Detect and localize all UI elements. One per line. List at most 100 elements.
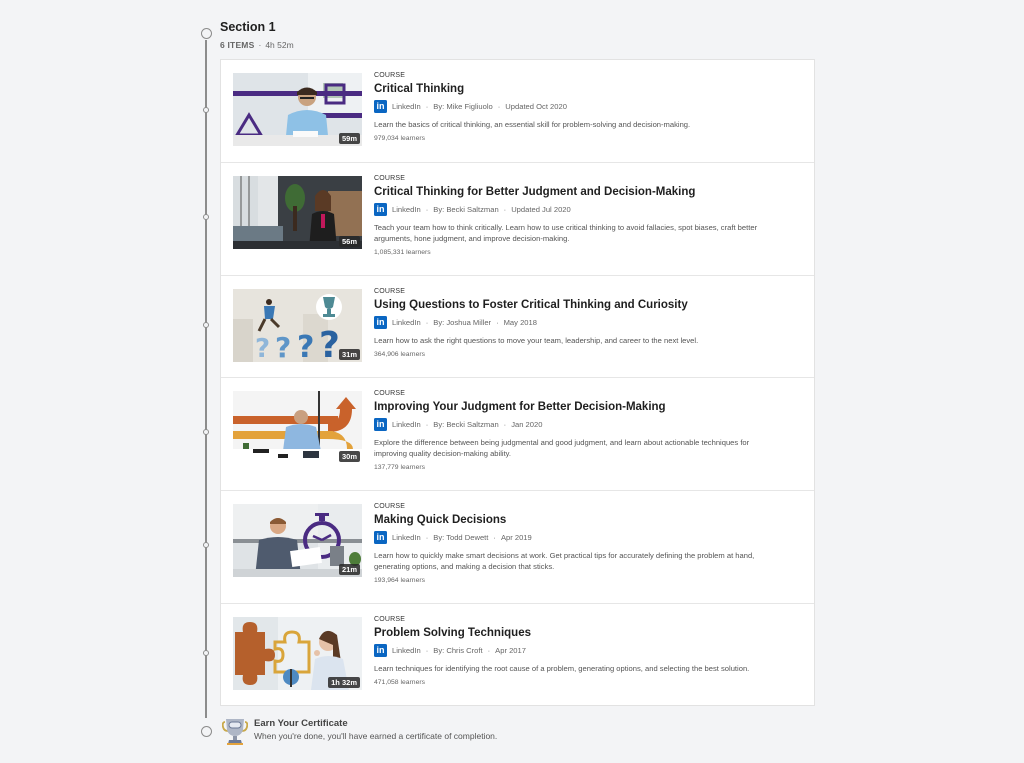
separator-dot: · bbox=[425, 102, 429, 111]
course-thumbnail[interactable]: 21m bbox=[233, 504, 362, 577]
course-date: Apr 2019 bbox=[500, 533, 532, 542]
course-provider: LinkedIn bbox=[392, 102, 421, 111]
course-card[interactable]: 1h 32m COURSE Problem Solving Techniques… bbox=[221, 604, 814, 705]
course-duration: 59m bbox=[338, 133, 360, 144]
course-title-link[interactable]: Critical Thinking bbox=[374, 82, 802, 96]
course-title-link[interactable]: Improving Your Judgment for Better Decis… bbox=[374, 400, 802, 414]
linkedin-logo-icon: in bbox=[374, 100, 387, 113]
course-card[interactable]: ? ? ? ? 31m COURSE Using Questions to Fo… bbox=[221, 276, 814, 378]
timeline-node-icon bbox=[203, 650, 209, 656]
timeline-node-icon bbox=[203, 429, 209, 435]
course-description: Learn techniques for identifying the roo… bbox=[374, 664, 750, 673]
separator-dot: · bbox=[503, 205, 507, 214]
course-meta: in LinkedIn · By: Mike Figliuolo · Updat… bbox=[374, 100, 802, 113]
course-card[interactable]: 56m COURSE Critical Thinking for Better … bbox=[221, 163, 814, 276]
course-card[interactable]: 59m COURSE Critical Thinking in LinkedIn… bbox=[221, 60, 814, 163]
course-provider: LinkedIn bbox=[392, 318, 421, 327]
linkedin-logo-icon: in bbox=[374, 418, 387, 431]
certificate-node-icon bbox=[201, 726, 212, 737]
course-card[interactable]: 21m COURSE Making Quick Decisions in Lin… bbox=[221, 491, 814, 604]
linkedin-logo-icon: in bbox=[374, 531, 387, 544]
course-description: Learn how to quickly make smart decision… bbox=[374, 551, 755, 571]
course-meta: in LinkedIn · By: Joshua Miller · May 20… bbox=[374, 316, 802, 329]
course-title-link[interactable]: Making Quick Decisions bbox=[374, 513, 802, 527]
course-description: Learn the basics of critical thinking, a… bbox=[374, 120, 691, 129]
separator-dot: · bbox=[493, 533, 496, 542]
course-description: Learn how to ask the right questions to … bbox=[374, 336, 699, 345]
course-description: Explore the difference between being jud… bbox=[374, 438, 750, 458]
course-meta: in LinkedIn · By: Todd Dewett · Apr 2019 bbox=[374, 531, 802, 544]
linkedin-logo-icon: in bbox=[374, 203, 387, 216]
course-date: Apr 2017 bbox=[495, 646, 526, 655]
course-learners: 193,964 learners bbox=[374, 577, 426, 584]
course-duration: 31m bbox=[338, 349, 360, 360]
course-title-link[interactable]: Critical Thinking for Better Judgment an… bbox=[374, 185, 802, 199]
course-author: By: Mike Figliuolo bbox=[433, 102, 493, 111]
timeline-node-icon bbox=[203, 107, 209, 113]
course-thumbnail[interactable]: 56m bbox=[233, 176, 362, 249]
course-learners: 137,779 learners bbox=[374, 464, 426, 471]
section-node-icon bbox=[201, 28, 212, 39]
linkedin-logo-icon: in bbox=[374, 316, 387, 329]
section-duration: 4h 52m bbox=[265, 40, 294, 50]
course-date: Updated Oct 2020 bbox=[505, 102, 567, 111]
section-meta: 6 ITEMS · 4h 52m bbox=[220, 40, 294, 50]
course-type-label: COURSE bbox=[374, 390, 406, 397]
course-author: By: Becki Saltzman bbox=[433, 205, 499, 214]
course-author: By: Becki Saltzman bbox=[433, 420, 499, 429]
course-description: Teach your team how to think critically.… bbox=[374, 223, 758, 243]
separator-dot: · bbox=[487, 646, 491, 655]
timeline-node-icon bbox=[203, 214, 209, 220]
course-thumbnail[interactable]: 1h 32m bbox=[233, 617, 362, 690]
course-meta: in LinkedIn · By: Becki Saltzman · Updat… bbox=[374, 203, 802, 216]
course-provider: LinkedIn bbox=[392, 646, 421, 655]
timeline-node-icon bbox=[203, 322, 209, 328]
separator-dot: · bbox=[425, 205, 429, 214]
course-duration: 1h 32m bbox=[328, 677, 360, 688]
section-items-count: 6 ITEMS bbox=[220, 40, 255, 50]
svg-text:?: ? bbox=[319, 325, 340, 362]
course-type-label: COURSE bbox=[374, 503, 406, 510]
course-provider: LinkedIn bbox=[392, 420, 421, 429]
course-duration: 56m bbox=[338, 236, 360, 247]
course-thumbnail[interactable]: ? ? ? ? 31m bbox=[233, 289, 362, 362]
course-title-link[interactable]: Using Questions to Foster Critical Think… bbox=[374, 298, 802, 312]
linkedin-logo-icon: in bbox=[374, 644, 387, 657]
course-card[interactable]: 30m COURSE Improving Your Judgment for B… bbox=[221, 378, 814, 491]
course-meta: in LinkedIn · By: Becki Saltzman · Jan 2… bbox=[374, 418, 802, 431]
course-duration: 30m bbox=[338, 451, 360, 462]
course-author: By: Todd Dewett bbox=[433, 533, 489, 542]
certificate-block: Earn Your Certificate When you're done, … bbox=[222, 716, 497, 746]
svg-text:?: ? bbox=[275, 331, 291, 362]
course-list: 59m COURSE Critical Thinking in LinkedIn… bbox=[220, 59, 815, 706]
course-date: Updated Jul 2020 bbox=[511, 205, 571, 214]
separator-dot: · bbox=[258, 40, 262, 50]
course-thumbnail[interactable]: 59m bbox=[233, 73, 362, 146]
course-learners: 1,085,331 learners bbox=[374, 249, 431, 256]
section-title: Section 1 bbox=[220, 20, 276, 34]
course-date: May 2018 bbox=[503, 318, 537, 327]
separator-dot: · bbox=[503, 420, 507, 429]
course-type-label: COURSE bbox=[374, 616, 406, 623]
timeline-line bbox=[205, 40, 207, 718]
course-type-label: COURSE bbox=[374, 72, 406, 79]
trophy-icon bbox=[222, 719, 248, 745]
course-type-label: COURSE bbox=[374, 288, 406, 295]
separator-dot: · bbox=[425, 420, 429, 429]
course-type-label: COURSE bbox=[374, 175, 406, 182]
timeline-node-icon bbox=[203, 542, 209, 548]
course-learners: 364,906 learners bbox=[374, 351, 426, 358]
course-duration: 21m bbox=[338, 564, 360, 575]
course-author: By: Chris Croft bbox=[433, 646, 483, 655]
course-thumbnail[interactable]: 30m bbox=[233, 391, 362, 464]
course-date: Jan 2020 bbox=[511, 420, 543, 429]
svg-text:?: ? bbox=[255, 334, 270, 362]
course-author: By: Joshua Miller bbox=[433, 318, 492, 327]
separator-dot: · bbox=[425, 646, 429, 655]
certificate-description: When you're done, you'll have earned a c… bbox=[254, 731, 498, 741]
separator-dot: · bbox=[496, 318, 499, 327]
course-learners: 979,034 learners bbox=[374, 135, 426, 142]
separator-dot: · bbox=[425, 318, 429, 327]
course-title-link[interactable]: Problem Solving Techniques bbox=[374, 626, 802, 640]
course-provider: LinkedIn bbox=[392, 533, 421, 542]
